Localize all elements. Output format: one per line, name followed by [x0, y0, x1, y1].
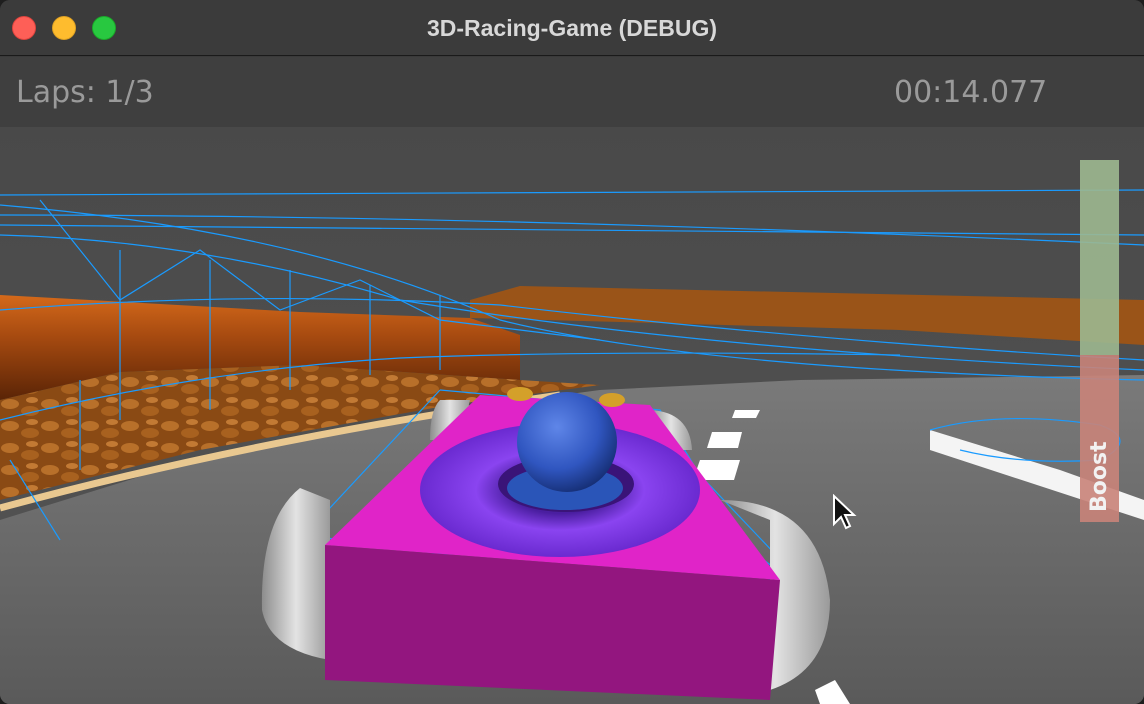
kart-knob — [507, 387, 533, 401]
lane-dash — [732, 410, 760, 418]
game-viewport[interactable] — [0, 127, 1144, 704]
kart-knob — [599, 393, 625, 407]
title-bar[interactable]: 3D-Racing-Game (DEBUG) — [0, 0, 1144, 56]
lane-dash — [707, 432, 742, 448]
arrow-cursor-icon — [833, 494, 857, 530]
race-timer: 00:14.077 — [894, 75, 1048, 110]
boost-label-wrap: Boost — [1080, 160, 1119, 522]
game-window: 3D-Racing-Game (DEBUG) Laps: 1/3 00:14.0… — [0, 0, 1144, 704]
boost-label: Boost — [1086, 441, 1112, 512]
laps-counter: Laps: 1/3 — [16, 75, 154, 110]
hud-bar: Laps: 1/3 00:14.077 — [0, 57, 1144, 127]
window-title: 3D-Racing-Game (DEBUG) — [426, 15, 718, 41]
driver-head — [517, 392, 617, 492]
